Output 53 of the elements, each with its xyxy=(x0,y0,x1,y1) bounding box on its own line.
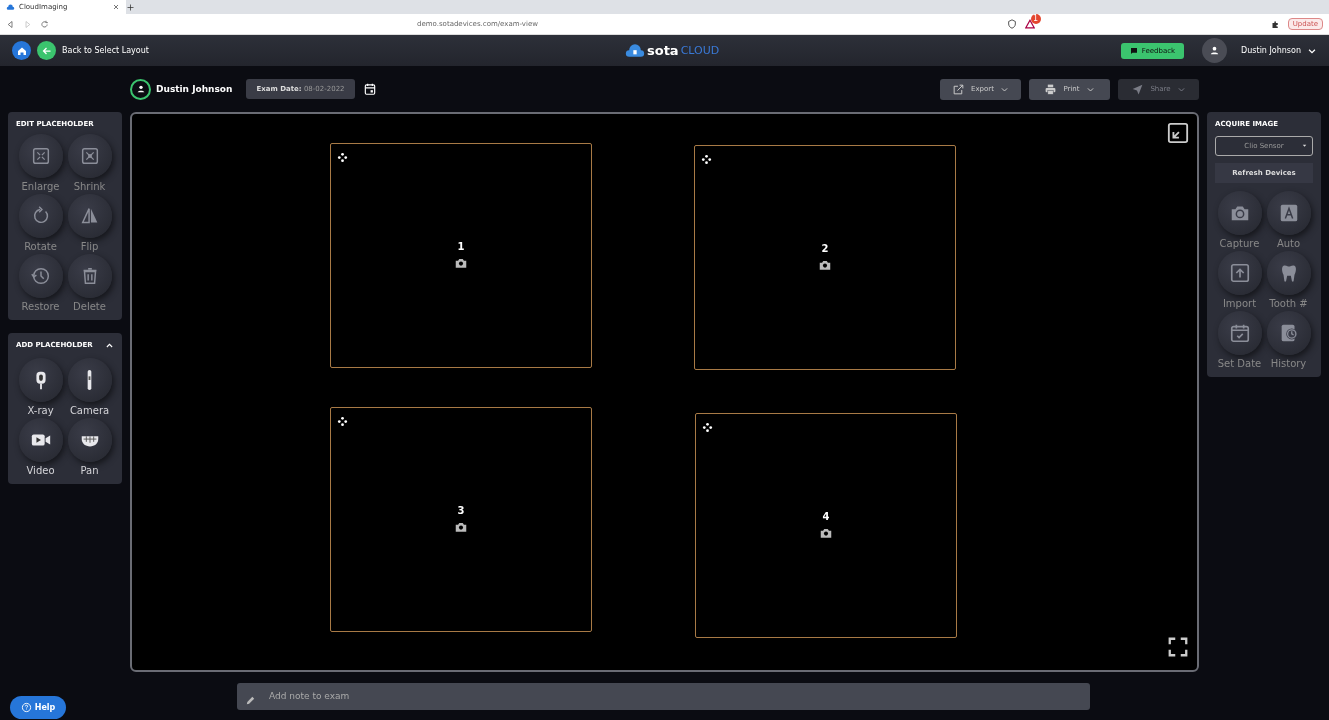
help-icon xyxy=(20,702,32,713)
collapse-icon xyxy=(1167,122,1189,144)
chevron-up-icon xyxy=(105,341,114,350)
placeholder-number: 4 xyxy=(822,511,830,522)
upload-icon xyxy=(1228,262,1251,284)
move-icon xyxy=(337,416,348,427)
puzzle-icon xyxy=(1270,19,1280,29)
user-avatar[interactable] xyxy=(1202,38,1228,63)
logo-text: sota xyxy=(646,43,679,58)
pencil-icon xyxy=(245,694,256,706)
notification-badge: 1 xyxy=(1030,14,1041,24)
caret-icon xyxy=(1301,142,1308,149)
chat-icon xyxy=(1129,46,1138,55)
image-placeholder[interactable]: 1 xyxy=(330,143,592,368)
plus-icon xyxy=(126,2,135,12)
camera-icon xyxy=(454,256,468,270)
camera-icon xyxy=(454,520,468,534)
image-placeholder[interactable]: 2 xyxy=(694,145,956,370)
triangle-icon xyxy=(1024,19,1035,29)
printer-icon xyxy=(1044,82,1058,96)
move-icon xyxy=(337,152,348,163)
help-button[interactable]: Help xyxy=(10,696,66,719)
patient-name: Dustin Johnson xyxy=(156,84,233,94)
intraoral-camera-icon xyxy=(87,369,92,391)
history-icon xyxy=(29,265,52,287)
calendar-check-icon xyxy=(1228,322,1251,344)
image-placeholder[interactable]: 4 xyxy=(695,413,957,638)
calendar-icon xyxy=(362,82,377,96)
person-icon xyxy=(135,84,146,94)
export-icon xyxy=(952,82,966,96)
back-button[interactable] xyxy=(37,41,56,60)
placeholder-number: 3 xyxy=(457,505,465,516)
back-icon xyxy=(6,19,15,29)
placeholder-number: 2 xyxy=(821,243,829,254)
move-icon xyxy=(702,422,713,433)
forward-icon xyxy=(23,19,32,29)
logo-accent-text: CLOUD xyxy=(680,44,720,57)
shield-icon xyxy=(1006,19,1017,29)
camera-icon xyxy=(819,526,833,540)
image-placeholder[interactable]: 3 xyxy=(330,407,592,632)
placeholder-number: 1 xyxy=(457,241,465,252)
back-link[interactable]: Back to Select Layout xyxy=(62,46,149,55)
move-icon xyxy=(701,154,712,165)
fullscreen-icon xyxy=(1167,636,1189,658)
reload-icon xyxy=(40,19,49,29)
home-button[interactable] xyxy=(12,41,31,60)
user-name[interactable]: Dustin Johnson xyxy=(1241,46,1301,55)
person-icon xyxy=(1209,45,1221,56)
close-icon xyxy=(112,3,120,11)
send-icon xyxy=(1131,82,1145,96)
note-field[interactable]: Add note to exam xyxy=(237,682,1090,710)
cloud-icon xyxy=(6,2,15,12)
camera-icon xyxy=(818,258,832,272)
